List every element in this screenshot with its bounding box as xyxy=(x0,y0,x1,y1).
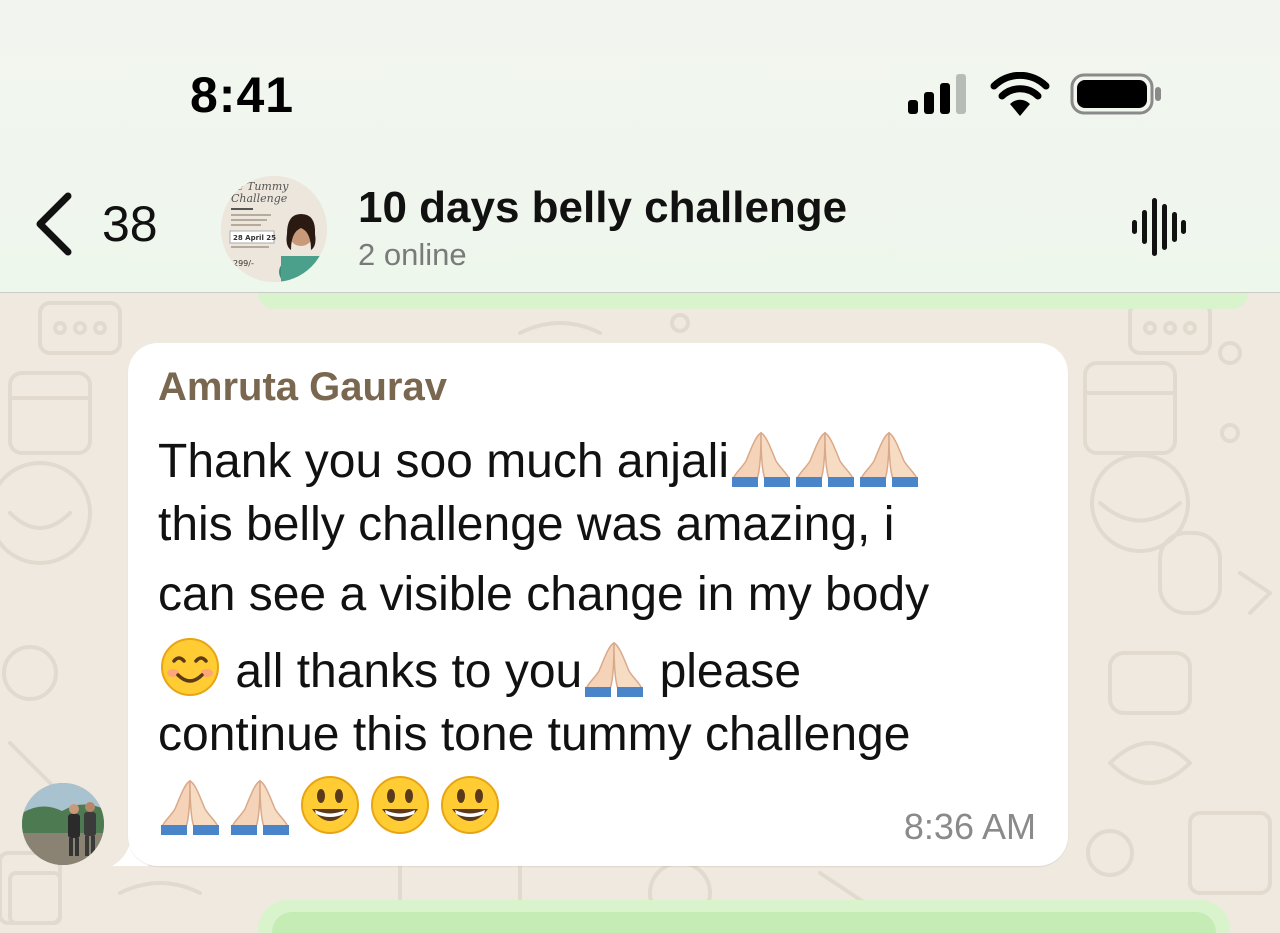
sender-name[interactable]: Amruta Gaurav xyxy=(158,365,447,410)
back-chevron-icon xyxy=(36,192,72,256)
folded-hands-emoji xyxy=(729,427,793,487)
sender-avatar[interactable] xyxy=(22,783,104,865)
grinning-face-emoji xyxy=(368,775,432,835)
unread-count: 38 xyxy=(102,196,158,252)
folded-hands-emoji xyxy=(158,775,222,835)
avatar-date: 28 April 25 xyxy=(233,234,276,242)
chat-header: 8:41 38 e Tummy Challenge 28 April 25 29… xyxy=(0,0,1280,293)
message-text-5: please xyxy=(659,645,802,698)
wifi-icon xyxy=(990,72,1050,116)
message-time: 8:36 AM xyxy=(903,806,1036,847)
message-line-4: all thanks to you please xyxy=(158,637,801,700)
next-message-bubble[interactable] xyxy=(258,900,1230,933)
previous-message-bubble xyxy=(258,293,1248,309)
grinning-face-emoji xyxy=(298,775,362,835)
message-line-2: this belly challenge was amazing, i xyxy=(158,498,895,551)
message-line-1: Thank you soo much anjali xyxy=(158,427,921,490)
message-line-5: continue this tone tummy challenge xyxy=(158,708,911,761)
message-bubble[interactable]: Amruta Gaurav Thank you soo much anjali … xyxy=(128,343,1068,866)
smiling-face-emoji xyxy=(158,637,222,697)
quoted-reply-preview xyxy=(272,912,1216,933)
status-time: 8:41 xyxy=(190,67,295,123)
chat-title-block[interactable]: 10 days belly challenge 2 online xyxy=(358,182,847,274)
message-text-1: Thank you soo much anjali xyxy=(158,435,729,488)
avatar-line2: Challenge xyxy=(231,192,288,205)
cellular-signal-icon xyxy=(908,74,966,114)
folded-hands-emoji xyxy=(228,775,292,835)
folded-hands-emoji xyxy=(857,427,921,487)
avatar-price: 299/- xyxy=(233,259,254,268)
folded-hands-emoji xyxy=(793,427,857,487)
message-text-4: all thanks to you xyxy=(235,645,583,698)
folded-hands-emoji xyxy=(582,637,646,697)
grinning-face-emoji xyxy=(438,775,502,835)
battery-icon xyxy=(1070,73,1161,115)
online-status: 2 online xyxy=(358,237,467,272)
back-button[interactable]: 38 xyxy=(30,188,190,260)
message-line-3: can see a visible change in my body xyxy=(158,568,930,621)
group-avatar[interactable]: e Tummy Challenge 28 April 25 299/- xyxy=(221,176,327,282)
chat-title: 10 days belly challenge xyxy=(358,183,848,232)
message-line-6 xyxy=(158,775,502,838)
voice-waveform-icon[interactable] xyxy=(1130,196,1186,258)
